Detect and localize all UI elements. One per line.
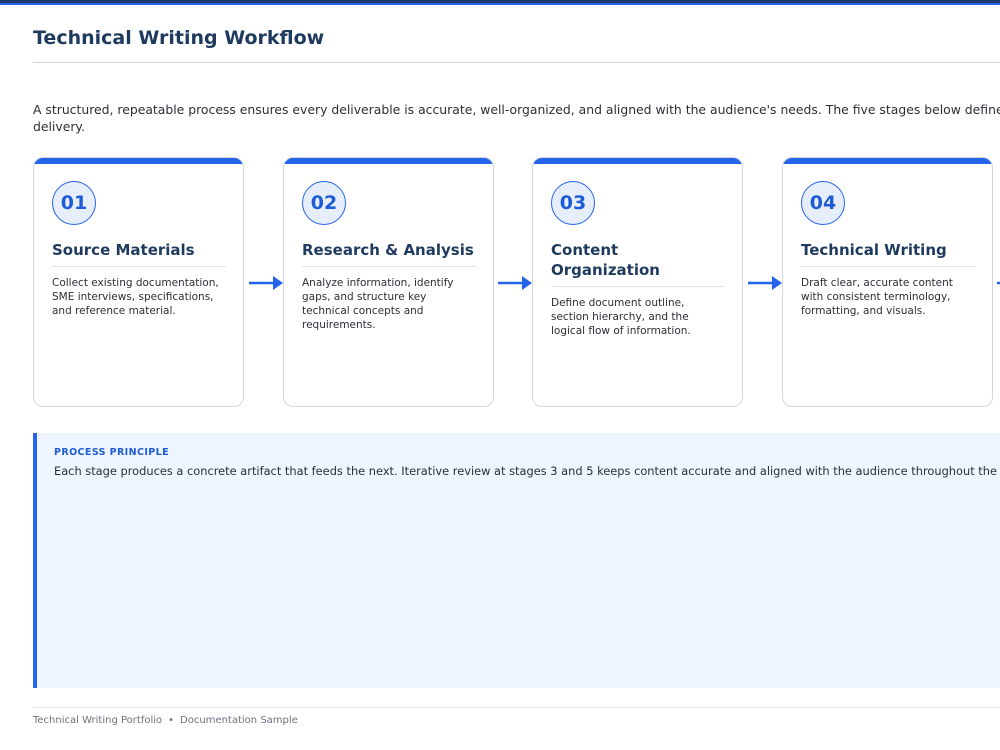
step-card-4: 04 Technical Writing Draft clear, accura…: [782, 157, 993, 407]
footer: Technical Writing Portfolio • Documentatio…: [33, 715, 298, 726]
arrow-right-icon: [997, 281, 1000, 285]
step-card-3: 03 Content Organization Define document …: [532, 157, 743, 407]
step-number-badge: 03: [551, 181, 595, 225]
step-title: Technical Writing: [801, 240, 975, 267]
page-title: Technical Writing Workflow: [33, 27, 325, 49]
step-title: Source Materials: [52, 240, 226, 267]
card-accent-bar: [533, 158, 742, 164]
step-number-badge: 02: [302, 181, 346, 225]
step-description: Analyze information, identify gaps, and …: [302, 277, 454, 331]
title-divider: [33, 62, 1000, 63]
intro-paragraph: A structured, repeatable process ensures…: [33, 101, 1000, 135]
step-number-badge: 01: [52, 181, 96, 225]
callout-text: Each stage produces a concrete artifact …: [54, 464, 1000, 478]
step-description: Draft clear, accurate content with consi…: [801, 277, 953, 317]
card-accent-bar: [284, 158, 493, 164]
step-number-badge: 04: [801, 181, 845, 225]
step-title: Content Organization: [551, 240, 725, 287]
footer-separator: •: [168, 715, 175, 726]
intro-line: delivery.: [33, 119, 85, 134]
step-title: Research & Analysis: [302, 240, 476, 267]
step-description: Define document outline, section hierarc…: [551, 297, 691, 337]
footer-sample-label: Documentation Sample: [180, 715, 298, 726]
callout-label: PROCESS PRINCIPLE: [54, 447, 169, 458]
step-card-1: 01 Source Materials Collect existing doc…: [33, 157, 244, 407]
footer-portfolio-label: Technical Writing Portfolio: [33, 715, 163, 726]
top-accent-bar: [0, 0, 1000, 5]
arrow-right-icon: [249, 276, 283, 290]
intro-line: A structured, repeatable process ensures…: [33, 102, 1000, 117]
card-accent-bar: [34, 158, 243, 164]
arrow-right-icon: [498, 276, 532, 290]
step-card-2: 02 Research & Analysis Analyze informati…: [283, 157, 494, 407]
step-description: Collect existing documentation, SME inte…: [52, 277, 219, 317]
arrow-right-icon: [748, 276, 782, 290]
footer-divider: [33, 707, 1000, 708]
card-accent-bar: [783, 158, 992, 164]
process-principle-callout: PROCESS PRINCIPLE Each stage produces a …: [33, 433, 1000, 688]
